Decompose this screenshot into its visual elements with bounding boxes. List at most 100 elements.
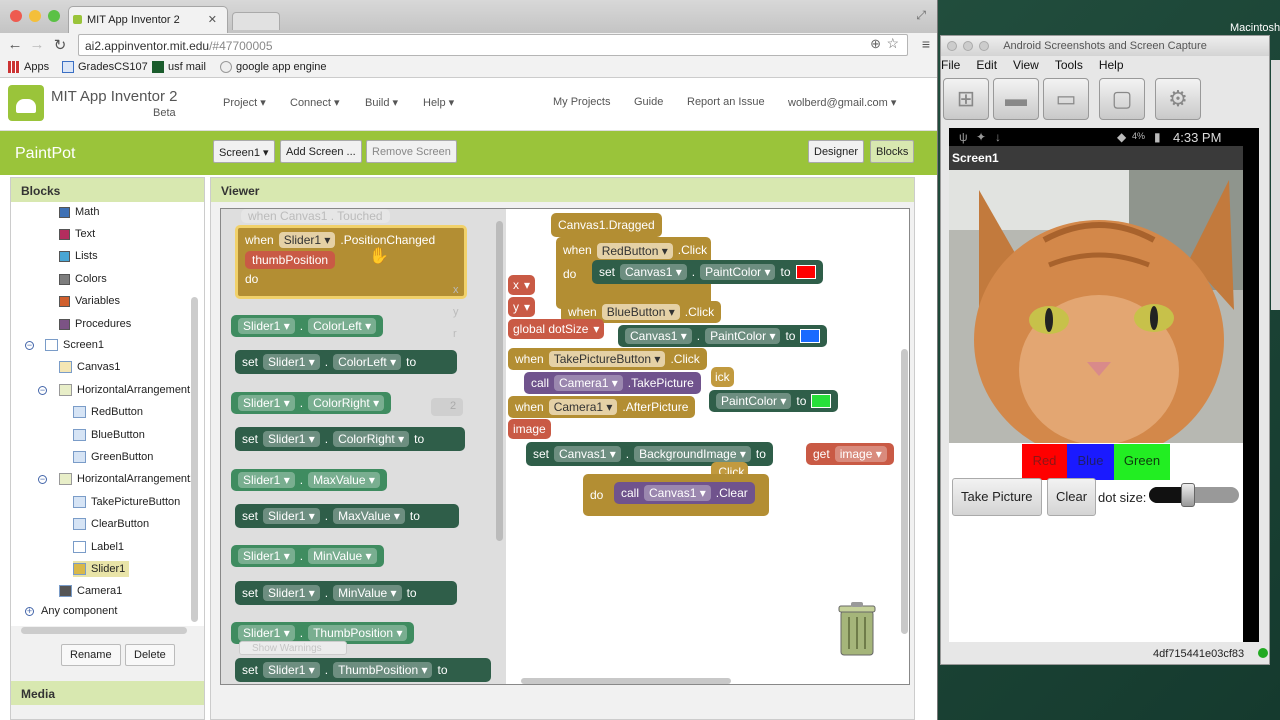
- component-dropdown[interactable]: Slider1 ▾: [238, 625, 295, 641]
- rename-button[interactable]: Rename: [61, 644, 121, 666]
- tree-item-variables[interactable]: Variables: [59, 293, 120, 309]
- tree-item-procedures[interactable]: Procedures: [59, 316, 131, 332]
- variable-dropdown[interactable]: image ▾: [834, 446, 887, 462]
- tree-item-horizontalarrangement2[interactable]: HorizontalArrangement2: [59, 471, 196, 487]
- tree-item-horizontalarrangement1[interactable]: HorizontalArrangement1: [59, 382, 196, 398]
- green-color-block[interactable]: [811, 394, 832, 408]
- fullscreen-icon[interactable]: ⤢: [916, 8, 926, 23]
- component-dropdown[interactable]: Slider1 ▾: [263, 585, 320, 601]
- property-dropdown[interactable]: MaxValue ▾: [333, 508, 405, 524]
- tree-item-colors[interactable]: Colors: [59, 271, 107, 287]
- tree-item-screen1[interactable]: Screen1: [45, 337, 104, 353]
- back-icon[interactable]: ←: [5, 36, 25, 53]
- menu-edit[interactable]: Edit: [976, 58, 997, 74]
- minimize-window-icon[interactable]: [963, 41, 973, 51]
- cat-photo-canvas[interactable]: [949, 170, 1243, 443]
- takepicture-click-event-block[interactable]: when TakePictureButton ▾ .Click: [508, 348, 707, 370]
- component-dropdown[interactable]: RedButton ▾: [596, 243, 673, 259]
- show-warnings-button[interactable]: Show Warnings: [239, 641, 347, 655]
- close-window-icon[interactable]: [947, 41, 957, 51]
- get-slider-colorleft-block[interactable]: Slider1 ▾. ColorLeft ▾: [231, 315, 384, 337]
- menu-view[interactable]: View: [1013, 58, 1039, 74]
- designer-button[interactable]: Designer: [808, 140, 865, 163]
- property-dropdown[interactable]: ColorRight ▾: [333, 431, 410, 447]
- property-dropdown[interactable]: PaintColor ▾: [716, 393, 792, 409]
- component-dropdown[interactable]: Canvas1 ▾: [625, 328, 692, 344]
- drawer-scrollbar[interactable]: [496, 221, 503, 541]
- chrome-menu-icon[interactable]: ≡: [922, 36, 930, 52]
- tree-item-redbutton[interactable]: RedButton: [73, 404, 143, 420]
- camera-afterpicture-event-block[interactable]: when Camera1 ▾ .AfterPicture: [508, 396, 696, 418]
- link-my-projects[interactable]: My Projects: [553, 96, 610, 108]
- screen-icon[interactable]: ▢: [1099, 78, 1145, 120]
- set-paintcolor-blue-block[interactable]: Canvas1 ▾. PaintColor ▾ to: [618, 325, 828, 347]
- set-paintcolor-green-block[interactable]: PaintColor ▾ to: [709, 390, 839, 412]
- delete-button[interactable]: Delete: [125, 644, 175, 666]
- bookmark-apps[interactable]: Apps: [8, 61, 49, 73]
- take-picture-button[interactable]: Take Picture: [952, 478, 1042, 516]
- thumbposition-param[interactable]: thumbPosition: [245, 251, 336, 269]
- address-bar[interactable]: ai2.appinventor.mit.edu/#47700005 ⊕ ☆: [78, 34, 908, 56]
- minimize-window-icon[interactable]: [29, 10, 41, 22]
- component-dropdown[interactable]: Camera1 ▾: [554, 375, 623, 391]
- component-dropdown[interactable]: Slider1 ▾: [238, 472, 295, 488]
- blue-color-block[interactable]: [800, 329, 821, 343]
- property-dropdown[interactable]: ColorRight ▾: [308, 395, 385, 411]
- get-y-block[interactable]: y ▾: [508, 297, 536, 317]
- remove-screen-button[interactable]: Remove Screen: [366, 140, 457, 163]
- component-dropdown[interactable]: Canvas1 ▾: [620, 264, 687, 280]
- get-slider-maxvalue-block[interactable]: Slider1 ▾. MaxValue ▾: [231, 469, 387, 491]
- link-report-issue[interactable]: Report an Issue: [687, 96, 765, 108]
- maximize-window-icon[interactable]: [48, 10, 60, 22]
- close-window-icon[interactable]: [10, 10, 22, 22]
- trash-can-icon[interactable]: [837, 601, 877, 657]
- slider-positionchanged-event-block[interactable]: when Slider1 ▾ .PositionChanged thumbPosit…: [235, 225, 467, 299]
- slider-thumb[interactable]: [1181, 483, 1195, 507]
- expand-any-component-icon[interactable]: +: [25, 607, 34, 616]
- component-dropdown[interactable]: Slider1 ▾: [238, 395, 295, 411]
- property-dropdown[interactable]: PaintColor ▾: [700, 264, 776, 280]
- menu-help[interactable]: Help: [1099, 58, 1124, 74]
- tree-item-slider1[interactable]: Slider1: [73, 561, 130, 577]
- red-button[interactable]: Red: [1022, 444, 1067, 480]
- tree-item-canvas1[interactable]: Canvas1: [59, 359, 120, 375]
- component-dropdown[interactable]: TakePictureButton ▾: [548, 351, 666, 367]
- blocks-button[interactable]: Blocks: [870, 140, 915, 163]
- component-dropdown[interactable]: BlueButton ▾: [601, 304, 680, 320]
- tree-item-math[interactable]: Math: [59, 204, 99, 220]
- menu-project[interactable]: Project ▾: [223, 96, 266, 109]
- tree-item-clearbutton[interactable]: ClearButton: [73, 516, 149, 532]
- forward-icon[interactable]: →: [27, 36, 47, 53]
- browser-tab[interactable]: MIT App Inventor 2 ✕: [68, 6, 228, 33]
- tree-item-camera1[interactable]: Camera1: [59, 583, 122, 599]
- menu-tools[interactable]: Tools: [1055, 58, 1083, 74]
- menu-file[interactable]: File: [941, 58, 960, 74]
- image-param-block[interactable]: image: [508, 419, 551, 439]
- red-color-block[interactable]: [795, 265, 816, 279]
- tree-item-bluebutton[interactable]: BlueButton: [73, 427, 145, 443]
- new-tab-button[interactable]: [232, 12, 280, 30]
- property-dropdown[interactable]: ColorLeft ▾: [308, 318, 377, 334]
- bookmark-usf-mail[interactable]: usf mail: [152, 61, 206, 73]
- set-paintcolor-red-block[interactable]: set Canvas1 ▾. PaintColor ▾ to: [592, 260, 823, 284]
- set-slider-thumbposition-block[interactable]: set Slider1 ▾. ThumbPosition ▾ to: [235, 658, 491, 682]
- set-slider-colorleft-block[interactable]: set Slider1 ▾. ColorLeft ▾ to: [235, 350, 457, 374]
- tree-item-label1[interactable]: Label1: [73, 539, 124, 555]
- property-dropdown[interactable]: MaxValue ▾: [308, 472, 380, 488]
- property-dropdown[interactable]: BackgroundImage ▾: [634, 446, 751, 462]
- canvas-dragged-event-block[interactable]: Canvas1.Dragged: [551, 213, 662, 237]
- collapse-screen1-icon[interactable]: −: [25, 341, 34, 350]
- green-button[interactable]: Green: [1114, 444, 1170, 480]
- get-image-block[interactable]: get image ▾: [806, 443, 894, 465]
- dot-size-slider[interactable]: [1149, 483, 1239, 507]
- workspace-horizontal-scrollbar[interactable]: [521, 678, 731, 684]
- component-dropdown[interactable]: Canvas1 ▾: [644, 485, 711, 501]
- device-grid-icon[interactable]: ⊞: [943, 78, 989, 120]
- call-takepicture-block[interactable]: call Camera1 ▾ .TakePicture: [524, 372, 701, 394]
- menu-help[interactable]: Help ▾: [423, 96, 454, 109]
- set-slider-colorright-block[interactable]: set Slider1 ▾. ColorRight ▾ to: [235, 427, 465, 451]
- link-guide[interactable]: Guide: [634, 96, 663, 108]
- zoom-icon[interactable]: ⊕: [870, 36, 881, 52]
- close-tab-icon[interactable]: ✕: [208, 13, 217, 26]
- menu-connect[interactable]: Connect ▾: [290, 96, 340, 109]
